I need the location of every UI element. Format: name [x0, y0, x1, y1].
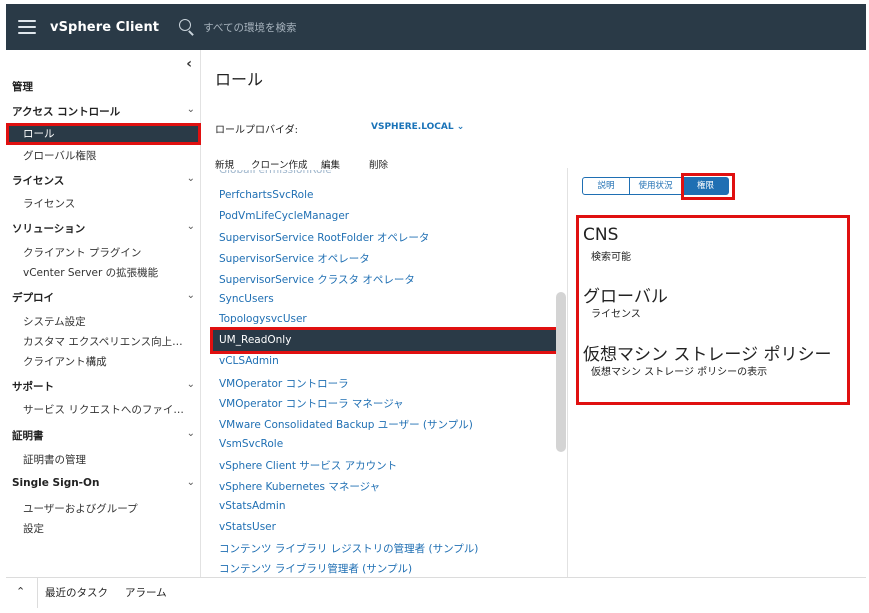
- role-list-item-selected[interactable]: UM_ReadOnly: [212, 330, 558, 351]
- privilege-item: 仮想マシン ストレージ ポリシーの表示: [591, 367, 768, 378]
- role-list-item[interactable]: SupervisorService クラスタ オペレータ: [219, 272, 415, 287]
- role-list-scrollbar[interactable]: [556, 292, 566, 452]
- role-list-item[interactable]: VsmSvcRole: [219, 438, 283, 450]
- chevron-down-icon: ⌄: [186, 104, 195, 115]
- sidebar-item-licenses[interactable]: ライセンス: [23, 196, 191, 211]
- role-list-item[interactable]: vStatsUser: [219, 521, 276, 533]
- search-input[interactable]: すべての環境を検索: [203, 20, 296, 35]
- sidebar-group-label: Single Sign-On: [12, 477, 100, 489]
- role-list: GlobalPermissionRole PerfchartsSvcRole P…: [212, 170, 558, 575]
- role-list-item[interactable]: VMOperator コントローラ マネージャ: [219, 396, 404, 411]
- role-detail-tabs: 説明 使用状況 権限: [582, 177, 729, 195]
- bottom-task-bar: ⌃ 最近のタスク アラーム: [6, 577, 866, 608]
- role-list-item[interactable]: SupervisorService オペレータ: [219, 251, 370, 266]
- sidebar-group-label: ソリューション: [12, 223, 86, 235]
- privilege-item: ライセンス: [591, 309, 641, 320]
- role-list-item[interactable]: VMware Consolidated Backup ユーザー (サンプル): [219, 417, 473, 432]
- chevron-down-icon: ⌄: [186, 428, 195, 439]
- role-list-item[interactable]: PodVmLifeCycleManager: [219, 210, 349, 222]
- pane-divider: [567, 168, 568, 578]
- tab-alarms[interactable]: アラーム: [125, 585, 167, 600]
- hamburger-menu-icon[interactable]: [18, 20, 36, 34]
- delete-role-button[interactable]: 削除: [369, 157, 388, 171]
- role-list-item[interactable]: PerfchartsSvcRole: [219, 189, 313, 201]
- admin-sidebar: ‹ 管理 アクセス コントロール ⌄ ロール グローバル権限 ライセンス ⌄ ラ…: [6, 50, 201, 577]
- tab-usage[interactable]: 使用状況: [630, 177, 682, 195]
- role-provider-label: ロールプロバイダ:: [215, 125, 298, 136]
- role-list-item[interactable]: TopologysvcUser: [219, 313, 307, 325]
- sidebar-group-support[interactable]: サポート ⌄: [12, 379, 195, 394]
- sidebar-group-label: ライセンス: [12, 175, 65, 187]
- sidebar-group-access-control[interactable]: アクセス コントロール ⌄: [12, 104, 195, 119]
- sidebar-group-deploy[interactable]: デプロイ ⌄: [12, 290, 195, 305]
- sidebar-group-certificates[interactable]: 証明書 ⌄: [12, 428, 195, 443]
- sidebar-item-client-plugins[interactable]: クライアント プラグイン: [23, 245, 191, 260]
- sidebar-group-label: 証明書: [12, 430, 44, 442]
- clone-role-button[interactable]: クローン作成: [251, 157, 309, 171]
- bottom-divider: [37, 578, 38, 608]
- sidebar-section-title: 管理: [12, 81, 33, 93]
- page-title: ロール: [215, 70, 264, 89]
- chevron-down-icon: ⌄: [456, 122, 465, 132]
- role-actions-toolbar: 新規 クローン作成 編集 削除: [215, 157, 388, 171]
- sidebar-group-label: アクセス コントロール: [12, 106, 121, 118]
- chevron-down-icon: ⌄: [186, 221, 195, 232]
- global-search[interactable]: すべての環境を検索: [179, 12, 439, 42]
- tab-recent-tasks[interactable]: 最近のタスク: [45, 585, 108, 600]
- sidebar-group-licenses[interactable]: ライセンス ⌄: [12, 173, 195, 188]
- role-list-item[interactable]: コンテンツ ライブラリ レジストリの管理者 (サンプル): [219, 541, 478, 556]
- chevron-down-icon: ⌄: [186, 173, 195, 184]
- privilege-category-title: CNS: [583, 225, 619, 245]
- sidebar-item-system-config[interactable]: システム設定: [23, 314, 191, 329]
- top-header-bar: vSphere Client すべての環境を検索: [6, 4, 866, 50]
- tab-privileges[interactable]: 権限: [682, 177, 729, 195]
- sidebar-group-sso[interactable]: Single Sign-On ⌄: [12, 477, 195, 489]
- chevron-up-icon[interactable]: ⌃: [16, 585, 25, 598]
- sidebar-group-label: サポート: [12, 381, 54, 393]
- role-list-item[interactable]: vStatsAdmin: [219, 500, 285, 512]
- sidebar-item-users-groups[interactable]: ユーザーおよびグループ: [23, 501, 191, 516]
- privilege-category-title: グローバル: [583, 287, 668, 307]
- role-list-item-partial[interactable]: GlobalPermissionRole: [219, 170, 332, 176]
- sidebar-item-vcenter-extensions[interactable]: vCenter Server の拡張機能: [23, 265, 191, 280]
- privilege-item: 検索可能: [591, 252, 631, 263]
- sidebar-item-settings[interactable]: 設定: [23, 521, 191, 536]
- role-list-item[interactable]: vSphere Client サービス アカウント: [219, 458, 397, 473]
- chevron-down-icon: ⌄: [186, 379, 195, 390]
- role-list-item[interactable]: vCLSAdmin: [219, 355, 279, 367]
- role-list-item[interactable]: SupervisorService RootFolder オペレータ: [219, 230, 429, 245]
- sidebar-group-solutions[interactable]: ソリューション ⌄: [12, 221, 195, 236]
- role-list-item[interactable]: vSphere Kubernetes マネージャ: [219, 479, 380, 494]
- collapse-sidebar-chevron-icon[interactable]: ‹: [186, 56, 192, 72]
- role-list-item[interactable]: コンテンツ ライブラリ管理者 (サンプル): [219, 561, 412, 575]
- role-provider-value: VSPHERE.LOCAL: [371, 122, 454, 132]
- app-title[interactable]: vSphere Client: [50, 20, 159, 35]
- sidebar-item-ceip[interactable]: カスタマ エクスペリエンス向上プロ...: [23, 334, 191, 349]
- tab-description[interactable]: 説明: [582, 177, 630, 195]
- chevron-down-icon: ⌄: [186, 477, 195, 488]
- search-icon: [179, 19, 195, 35]
- chevron-down-icon: ⌄: [186, 290, 195, 301]
- role-list-item[interactable]: VMOperator コントローラ: [219, 376, 349, 391]
- role-list-item[interactable]: SyncUsers: [219, 293, 274, 305]
- sidebar-item-global-permissions[interactable]: グローバル権限: [23, 148, 191, 163]
- sidebar-group-label: デプロイ: [12, 292, 54, 304]
- privilege-category-title: 仮想マシン ストレージ ポリシー: [583, 345, 832, 365]
- sidebar-item-cert-management[interactable]: 証明書の管理: [23, 452, 191, 467]
- sidebar-item-upload-file[interactable]: サービス リクエストへのファイルの...: [23, 402, 191, 417]
- sidebar-item-client-config[interactable]: クライアント構成: [23, 354, 191, 369]
- role-provider-dropdown[interactable]: VSPHERE.LOCAL ⌄: [371, 122, 464, 132]
- edit-role-button[interactable]: 編集: [321, 157, 347, 171]
- new-role-button[interactable]: 新規: [215, 157, 237, 171]
- sidebar-item-roles[interactable]: ロール: [6, 124, 199, 144]
